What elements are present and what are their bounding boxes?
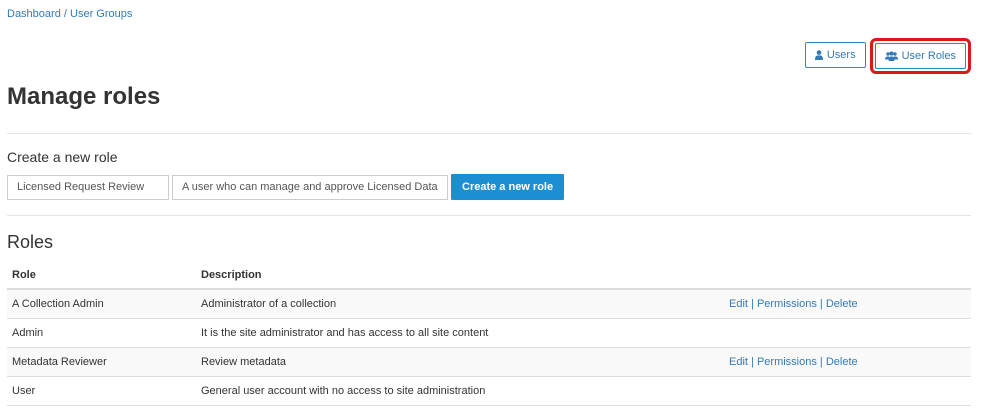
- delete-link[interactable]: Delete: [826, 356, 858, 368]
- roles-heading: Roles: [7, 232, 54, 252]
- users-button-label: Users: [826, 49, 856, 61]
- create-role-button[interactable]: Create a new role: [451, 174, 565, 200]
- column-header-role: Role: [7, 261, 196, 290]
- edit-link[interactable]: Edit: [729, 356, 748, 368]
- breadcrumb: Dashboard / User Groups: [7, 8, 132, 20]
- table-row: Admin It is the site administrator and h…: [7, 318, 971, 348]
- role-actions-cell: Edit | Permissions | Delete: [724, 347, 971, 377]
- delete-link[interactable]: Delete: [826, 298, 858, 310]
- page-title: Manage roles: [7, 83, 161, 110]
- role-description-cell: It is the site administrator and has acc…: [196, 318, 724, 348]
- users-group-icon: [884, 51, 898, 61]
- role-description-cell: General user account with no access to s…: [196, 376, 724, 406]
- action-separator: |: [751, 355, 754, 368]
- role-name-input[interactable]: [7, 174, 169, 200]
- roles-table: Role Description A Collection Admin Admi…: [7, 261, 971, 406]
- column-header-description: Description: [196, 261, 724, 290]
- role-name-cell: User: [7, 376, 196, 406]
- table-row: A Collection Admin Administrator of a co…: [7, 289, 971, 319]
- edit-link[interactable]: Edit: [729, 298, 748, 310]
- divider: [7, 133, 971, 134]
- divider: [7, 215, 971, 216]
- permissions-link[interactable]: Permissions: [757, 298, 817, 310]
- column-header-actions: [724, 261, 971, 290]
- action-separator: |: [819, 355, 823, 368]
- user-roles-button-label: User Roles: [901, 50, 956, 62]
- role-actions-cell: Edit | Permissions | Delete: [724, 289, 971, 319]
- role-description-cell: Review metadata: [196, 347, 724, 377]
- user-roles-button[interactable]: User Roles: [874, 43, 966, 69]
- create-role-form: Create a new role: [7, 174, 565, 200]
- role-name-cell: Admin: [7, 318, 196, 348]
- role-description-cell: Administrator of a collection: [196, 289, 724, 319]
- top-button-group: Users User Roles: [804, 38, 971, 74]
- breadcrumb-separator: /: [63, 8, 67, 20]
- breadcrumb-user-groups-link[interactable]: User Groups: [70, 8, 132, 20]
- permissions-link[interactable]: Permissions: [757, 356, 817, 368]
- role-name-cell: Metadata Reviewer: [7, 347, 196, 377]
- table-row: Metadata Reviewer Review metadata Edit |…: [7, 347, 971, 377]
- role-actions-cell: [724, 318, 971, 348]
- role-description-input[interactable]: [172, 174, 448, 200]
- role-name-cell: A Collection Admin: [7, 289, 196, 319]
- user-roles-highlight: User Roles: [869, 38, 971, 74]
- create-role-heading: Create a new role: [7, 149, 118, 165]
- user-icon: [814, 50, 823, 60]
- table-header-row: Role Description: [7, 261, 971, 290]
- action-separator: |: [751, 297, 754, 310]
- table-row: User General user account with no access…: [7, 376, 971, 406]
- role-actions-cell: [724, 376, 971, 406]
- breadcrumb-dashboard-link[interactable]: Dashboard: [7, 8, 61, 20]
- action-separator: |: [819, 297, 823, 310]
- users-button[interactable]: Users: [804, 42, 866, 68]
